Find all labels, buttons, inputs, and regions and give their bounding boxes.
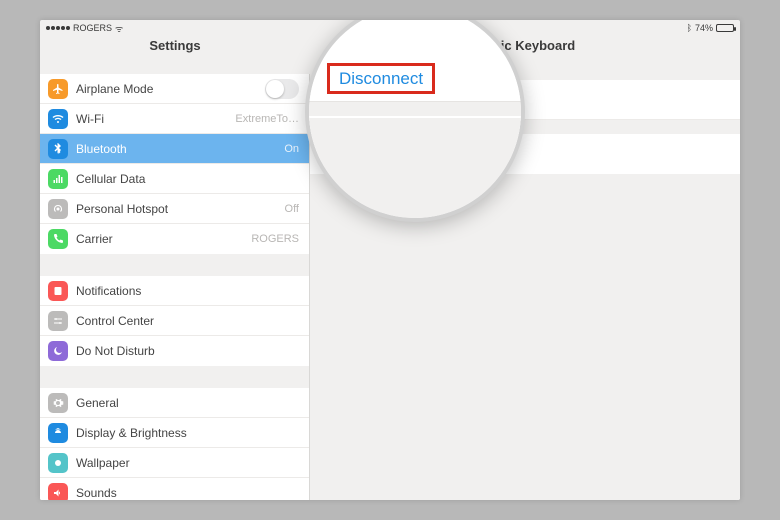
sidebar-item-wallpaper[interactable]: Wallpaper [40, 448, 309, 478]
sidebar-item-label: Display & Brightness [76, 426, 299, 440]
sidebar-item-airplane[interactable]: Airplane Mode [40, 74, 309, 104]
cellular-icon [48, 169, 68, 189]
sidebar-item-value: ROGERS [251, 233, 299, 245]
bluetooth-status-icon: ᛒ [687, 23, 692, 33]
carrier-label: ROGERS [73, 23, 112, 33]
sidebar-item-label: Bluetooth [76, 142, 284, 156]
magnifier-overlay: Disconnect Forget This Device [305, 20, 525, 222]
sidebar-group: General Display & Brightness Wallpaper Soun… [40, 388, 309, 500]
sidebar-item-dnd[interactable]: Do Not Disturb [40, 336, 309, 366]
sidebar-item-label: Notifications [76, 284, 299, 298]
sidebar-item-label: Cellular Data [76, 172, 299, 186]
sidebar-item-controlcenter[interactable]: Control Center [40, 306, 309, 336]
sidebar-item-value: On [284, 143, 299, 155]
notifications-icon [48, 281, 68, 301]
moon-icon [48, 341, 68, 361]
wallpaper-icon [48, 453, 68, 473]
sidebar-item-sounds[interactable]: Sounds [40, 478, 309, 500]
settings-title: Settings [40, 38, 310, 66]
battery-icon [716, 24, 734, 32]
sidebar-item-bluetooth[interactable]: BluetoothOn [40, 134, 309, 164]
sidebar-item-label: Carrier [76, 232, 251, 246]
sidebar-group: Notifications Control Center Do Not Distur… [40, 276, 309, 366]
sidebar-item-carrier[interactable]: CarrierROGERS [40, 224, 309, 254]
airplane-toggle[interactable] [265, 79, 299, 99]
sidebar-item-label: Sounds [76, 486, 299, 500]
sidebar-item-label: Control Center [76, 314, 299, 328]
airplane-icon [48, 79, 68, 99]
battery-percent: 74% [695, 23, 713, 33]
sidebar-item-wifi[interactable]: Wi-FiExtremeTo… [40, 104, 309, 134]
sidebar-item-value: Off [285, 203, 299, 215]
ipad-frame: ROGERS ᯤ 7:43 PM ᛒ 74% Settings Magic Ke… [40, 20, 740, 500]
sidebar-item-notifications[interactable]: Notifications [40, 276, 309, 306]
sidebar-item-hotspot[interactable]: Personal HotspotOff [40, 194, 309, 224]
disconnect-button[interactable]: Disconnect [309, 56, 521, 102]
settings-sidebar[interactable]: Airplane ModeWi-FiExtremeTo…BluetoothOnC… [40, 74, 310, 500]
sidebar-group: Airplane ModeWi-FiExtremeTo…BluetoothOnC… [40, 74, 309, 254]
sidebar-item-display[interactable]: Display & Brightness [40, 418, 309, 448]
signal-icon [46, 26, 70, 30]
wifi-icon [48, 109, 68, 129]
hotspot-icon [48, 199, 68, 219]
gear-icon [48, 393, 68, 413]
phone-icon [48, 229, 68, 249]
sidebar-item-general[interactable]: General [40, 388, 309, 418]
sidebar-item-value: ExtremeTo… [235, 113, 299, 125]
sidebar-item-label: Personal Hotspot [76, 202, 285, 216]
wifi-icon: ᯤ [115, 22, 123, 35]
sidebar-item-label: General [76, 396, 299, 410]
sidebar-item-cellular[interactable]: Cellular Data [40, 164, 309, 194]
sounds-icon [48, 483, 68, 500]
group-spacer [309, 102, 521, 116]
sidebar-item-label: Airplane Mode [76, 82, 265, 96]
sidebar-item-label: Wi-Fi [76, 112, 235, 126]
brightness-icon [48, 423, 68, 443]
bluetooth-icon [48, 139, 68, 159]
control-center-icon [48, 311, 68, 331]
sidebar-item-label: Do Not Disturb [76, 344, 299, 358]
sidebar-item-label: Wallpaper [76, 456, 299, 470]
